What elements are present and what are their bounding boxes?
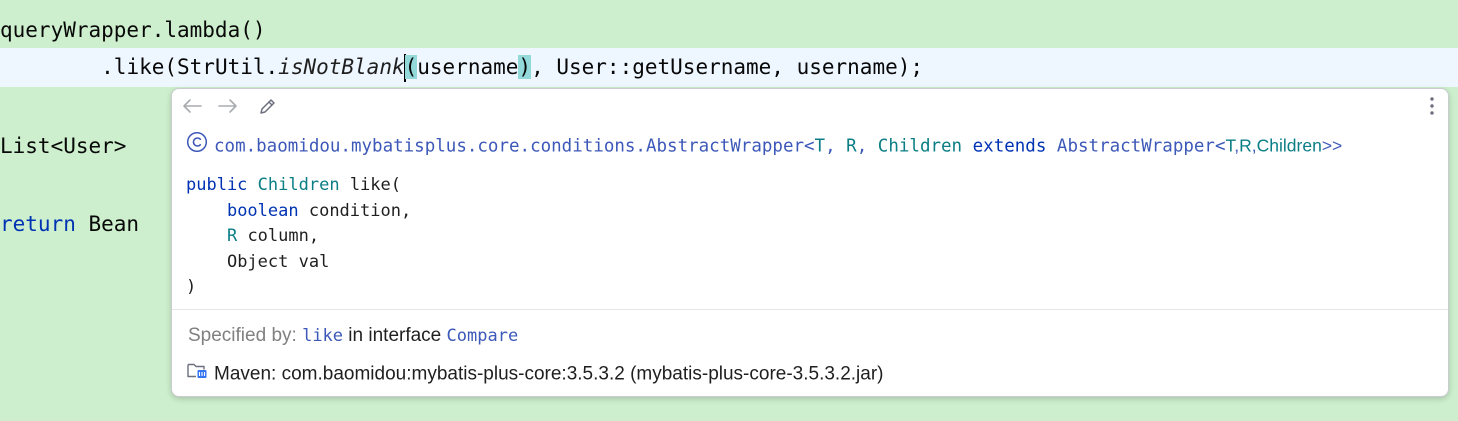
signature-close: ) [186, 277, 197, 297]
type-param: Children [1256, 135, 1322, 156]
popup-toolbar [172, 89, 1448, 123]
type-param: R [846, 136, 857, 157]
interface-link[interactable]: Compare [447, 326, 519, 346]
keyword-extends: extends [962, 136, 1057, 157]
brace-highlight-close: ) [518, 55, 532, 79]
separator: , [856, 136, 878, 157]
type-param: R [1239, 135, 1252, 156]
edit-source-icon[interactable] [256, 94, 280, 118]
return-type[interactable]: Children [258, 175, 340, 195]
method-signature: public Children like( boolean condition,… [186, 173, 411, 301]
param-name: column, [237, 226, 320, 246]
specified-method-link[interactable]: like [302, 326, 343, 346]
specified-mid-text: in interface [343, 325, 447, 346]
generic-close: >> [1321, 135, 1343, 156]
method-name: like( [349, 175, 401, 195]
code-text: username [417, 55, 519, 79]
more-options-icon[interactable] [1420, 94, 1444, 118]
class-path-link[interactable]: com.baomidou.mybatisplus.core.conditions… [214, 137, 815, 157]
maven-library-line: Maven: com.baomidou:mybatis-plus-core:3.… [186, 360, 884, 388]
type-param: T [1225, 135, 1235, 156]
code-text: List<User> [0, 134, 127, 158]
super-class-link[interactable]: AbstractWrapper< [1057, 137, 1226, 157]
brace-highlight-open: ( [404, 55, 418, 79]
specified-by-label: Specified by: [188, 325, 303, 346]
type-param: Children [877, 136, 963, 157]
param: Object val [226, 251, 330, 272]
separator: , [825, 136, 847, 157]
library-folder-icon [186, 360, 208, 389]
code-text: .like(StrUtil. [101, 55, 279, 79]
code-line-2-current[interactable]: .like(StrUtil.isNotBlank(username), User… [0, 48, 1458, 87]
class-icon [186, 131, 208, 162]
code-line-1[interactable]: queryWrapper.lambda() [0, 11, 1458, 50]
keyword-return: return [0, 212, 76, 236]
quick-documentation-popup[interactable]: com.baomidou.mybatisplus.core.conditions… [171, 88, 1449, 397]
code-text: Bean [75, 212, 140, 236]
param-type[interactable]: R [227, 226, 237, 246]
param-name: condition, [298, 200, 412, 221]
type-param: T [814, 136, 826, 157]
forward-arrow-icon[interactable] [216, 94, 240, 118]
keyword-public: public [186, 175, 248, 195]
class-signature-header: com.baomidou.mybatisplus.core.conditions… [186, 131, 1342, 159]
divider [172, 309, 1448, 310]
maven-artifact-text: Maven: com.baomidou:mybatis-plus-core:3.… [214, 363, 884, 385]
back-arrow-icon[interactable] [180, 94, 204, 118]
specified-by-line: Specified by: like in interface Compare [188, 322, 518, 350]
param-type: boolean [226, 200, 299, 221]
method-is-not-blank: isNotBlank [278, 55, 405, 79]
code-text: , User::getUsername, username); [531, 55, 924, 79]
code-text: queryWrapper.lambda() [0, 18, 266, 42]
